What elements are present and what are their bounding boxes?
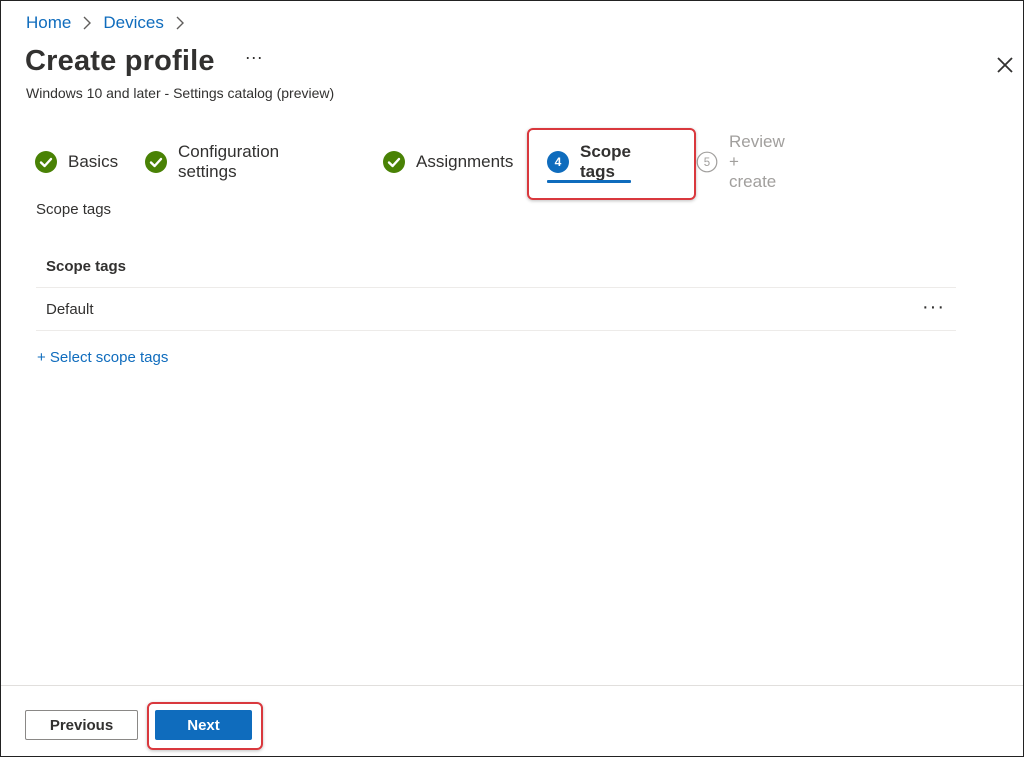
title-row: Create profile ··· xyxy=(25,45,263,78)
table-row: Default ··· xyxy=(36,288,956,331)
breadcrumb-devices[interactable]: Devices xyxy=(103,13,163,33)
step-number-icon: 4 xyxy=(547,151,569,173)
page-title: Create profile xyxy=(25,45,215,77)
step-label: Review + create xyxy=(729,132,785,191)
step-scope-tags[interactable]: 4 Scope tags xyxy=(547,142,632,183)
table-header: Scope tags xyxy=(36,245,956,288)
row-more-options-icon[interactable]: ··· xyxy=(922,297,945,317)
active-step-underline xyxy=(547,180,632,183)
chevron-right-icon xyxy=(173,11,187,35)
close-icon[interactable] xyxy=(991,51,1019,79)
more-options-icon[interactable]: ··· xyxy=(245,47,263,68)
chevron-right-icon xyxy=(80,11,94,35)
previous-button[interactable]: Previous xyxy=(25,710,138,740)
scope-tags-table: Scope tags Default ··· xyxy=(36,245,956,331)
svg-text:4: 4 xyxy=(555,155,562,169)
check-circle-icon xyxy=(145,151,167,173)
breadcrumb-home[interactable]: Home xyxy=(26,13,71,33)
step-label: Configuration settings xyxy=(178,142,280,181)
step-number-icon: 5 xyxy=(696,151,718,173)
check-circle-icon xyxy=(383,151,405,173)
window: Home Devices Create profile ··· Windows … xyxy=(0,0,1024,757)
step-basics[interactable]: Basics xyxy=(35,143,118,181)
breadcrumb: Home Devices xyxy=(26,11,196,35)
step-label: Assignments xyxy=(416,152,514,171)
step-review-create[interactable]: 5 Review + create xyxy=(696,132,785,191)
svg-text:5: 5 xyxy=(704,157,710,169)
select-scope-tags-link[interactable]: + Select scope tags xyxy=(37,349,168,366)
step-label: Scope tags xyxy=(580,142,632,181)
step-assignments[interactable]: Assignments xyxy=(383,143,513,181)
next-button[interactable]: Next xyxy=(155,710,252,740)
step-configuration-settings[interactable]: Configuration settings xyxy=(145,142,280,181)
section-label: Scope tags xyxy=(36,201,112,218)
step-label: Basics xyxy=(68,152,119,171)
scope-tag-name: Default xyxy=(46,300,94,318)
check-circle-icon xyxy=(35,151,57,173)
page-subtitle: Windows 10 and later - Settings catalog … xyxy=(26,85,335,101)
footer: Previous Next xyxy=(1,685,1023,756)
